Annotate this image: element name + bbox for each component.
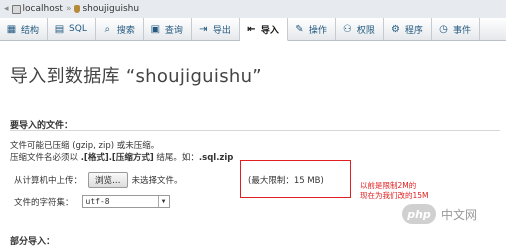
max-upload-limit: (最大限制：15 MB)	[248, 176, 324, 186]
partial-import-title: 部分导入：	[10, 237, 56, 247]
browse-button[interactable]: 浏览…	[88, 172, 128, 188]
breadcrumb-arrow-icon: ◂	[4, 4, 9, 14]
tab-import[interactable]: ⇤ 导入	[239, 18, 288, 41]
chevron-down-icon: ▼	[157, 196, 169, 207]
routines-icon: ⚙	[390, 23, 400, 35]
search-icon: ⌕	[104, 23, 111, 35]
tab-bar: ▦ 结构 ▤ SQL ⌕ 搜索 ▣ 查询 ⇥ 导出 ⇤ 导入 ✎ 操作 ⚇ 权限…	[0, 18, 506, 41]
watermark-text: 中文网	[441, 207, 478, 222]
breadcrumb-server[interactable]: localhost	[23, 4, 63, 14]
breadcrumb-separator-icon: »	[65, 4, 72, 14]
tab-query[interactable]: ▣ 查询	[144, 18, 192, 40]
charset-value: utf-8	[85, 197, 110, 206]
upload-row: 从计算机中上传： 浏览… 未选择文件。	[14, 172, 183, 188]
page-title: 导入到数据库 “shoujiguishu”	[10, 66, 262, 87]
database-icon	[74, 5, 81, 13]
privileges-icon: ⚇	[342, 23, 352, 35]
tab-export[interactable]: ⇥ 导出	[192, 18, 240, 40]
tab-routines[interactable]: ⚙ 程序	[384, 18, 432, 40]
no-file-text: 未选择文件。	[131, 176, 183, 186]
annotation-note: 以前是限制2M的 现在为我们改的15M	[360, 181, 429, 201]
tab-operations[interactable]: ✎ 操作	[288, 18, 336, 40]
sql-icon: ▤	[54, 23, 65, 35]
annotation-line-1: 以前是限制2M的	[360, 181, 417, 190]
charset-select[interactable]: utf-8 ▼	[81, 195, 170, 208]
structure-icon: ▦	[6, 23, 17, 35]
import-icon: ⇤	[247, 23, 256, 35]
tab-structure[interactable]: ▦ 结构	[0, 18, 49, 40]
charset-row: 文件的字符集： utf-8 ▼	[14, 195, 170, 208]
query-icon: ▣	[150, 23, 161, 35]
wrench-icon: ✎	[295, 23, 304, 35]
export-icon: ⇥	[199, 23, 208, 35]
breadcrumb: ◂ localhost » shoujiguishu	[0, 0, 506, 19]
php-logo-icon: php	[402, 204, 436, 224]
upload-label: 从计算机中上传：	[14, 176, 83, 186]
filename-note: 压缩文件名必须以 .[格式].[压缩方式] 结尾。如：.sql.zip	[10, 153, 234, 163]
events-icon: ◷	[439, 23, 448, 35]
section-divider	[10, 130, 500, 131]
tab-privileges[interactable]: ⚇ 权限	[336, 18, 384, 40]
tab-search[interactable]: ⌕ 搜索	[96, 18, 144, 40]
watermark: php 中文网	[402, 204, 477, 224]
charset-label: 文件的字符集：	[14, 197, 74, 208]
tab-sql[interactable]: ▤ SQL	[48, 18, 96, 40]
breadcrumb-database[interactable]: shoujiguishu	[82, 4, 139, 14]
annotation-line-2: 现在为我们改的15M	[360, 191, 429, 200]
compression-note: 文件可能已压缩 (gzip, zip) 或未压缩。	[10, 141, 160, 151]
tab-events[interactable]: ◷ 事件	[432, 18, 480, 40]
server-icon	[11, 4, 21, 14]
